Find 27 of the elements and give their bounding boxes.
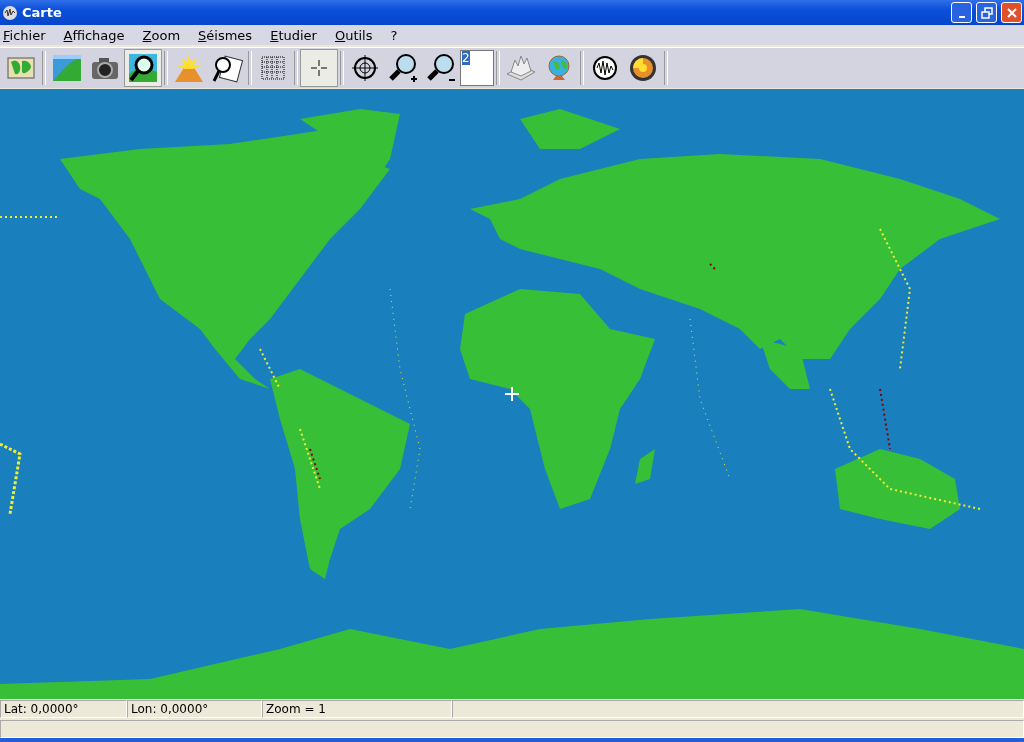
menu-item[interactable]: ? (390, 27, 407, 43)
menu-item[interactable]: Séismes (198, 27, 262, 43)
earth-core-icon (627, 52, 659, 84)
status-field: Lat: 0,0000° (0, 700, 127, 718)
restore-button[interactable] (976, 2, 997, 23)
magnifier-map-icon (127, 52, 159, 84)
menu-item[interactable]: Zoom (142, 27, 190, 43)
seismogram-icon (2, 4, 18, 21)
zoom-level-field[interactable]: 2 (460, 50, 494, 86)
status-field: Lon: 0,0000° (127, 700, 262, 718)
menu-item[interactable]: Affichage (63, 27, 134, 43)
minimize-icon (958, 15, 965, 18)
landscape-icon (51, 52, 83, 84)
status-field: Zoom = 1 (262, 700, 452, 718)
restore-icon (980, 6, 993, 19)
menu-item[interactable]: Outils (334, 27, 382, 43)
zoom-out-icon (425, 52, 457, 84)
close-button[interactable] (1001, 2, 1022, 23)
zoom-in-icon (387, 52, 419, 84)
target-icon (349, 52, 381, 84)
menu-item[interactable]: Etudier (270, 27, 326, 43)
toolbar-button[interactable] (124, 49, 162, 87)
close-icon (1005, 6, 1018, 19)
minimize-button[interactable] (951, 2, 972, 23)
document-search-icon (211, 52, 243, 84)
window-title: Carte (22, 5, 63, 20)
menu-item[interactable]: Fichier (3, 27, 55, 43)
